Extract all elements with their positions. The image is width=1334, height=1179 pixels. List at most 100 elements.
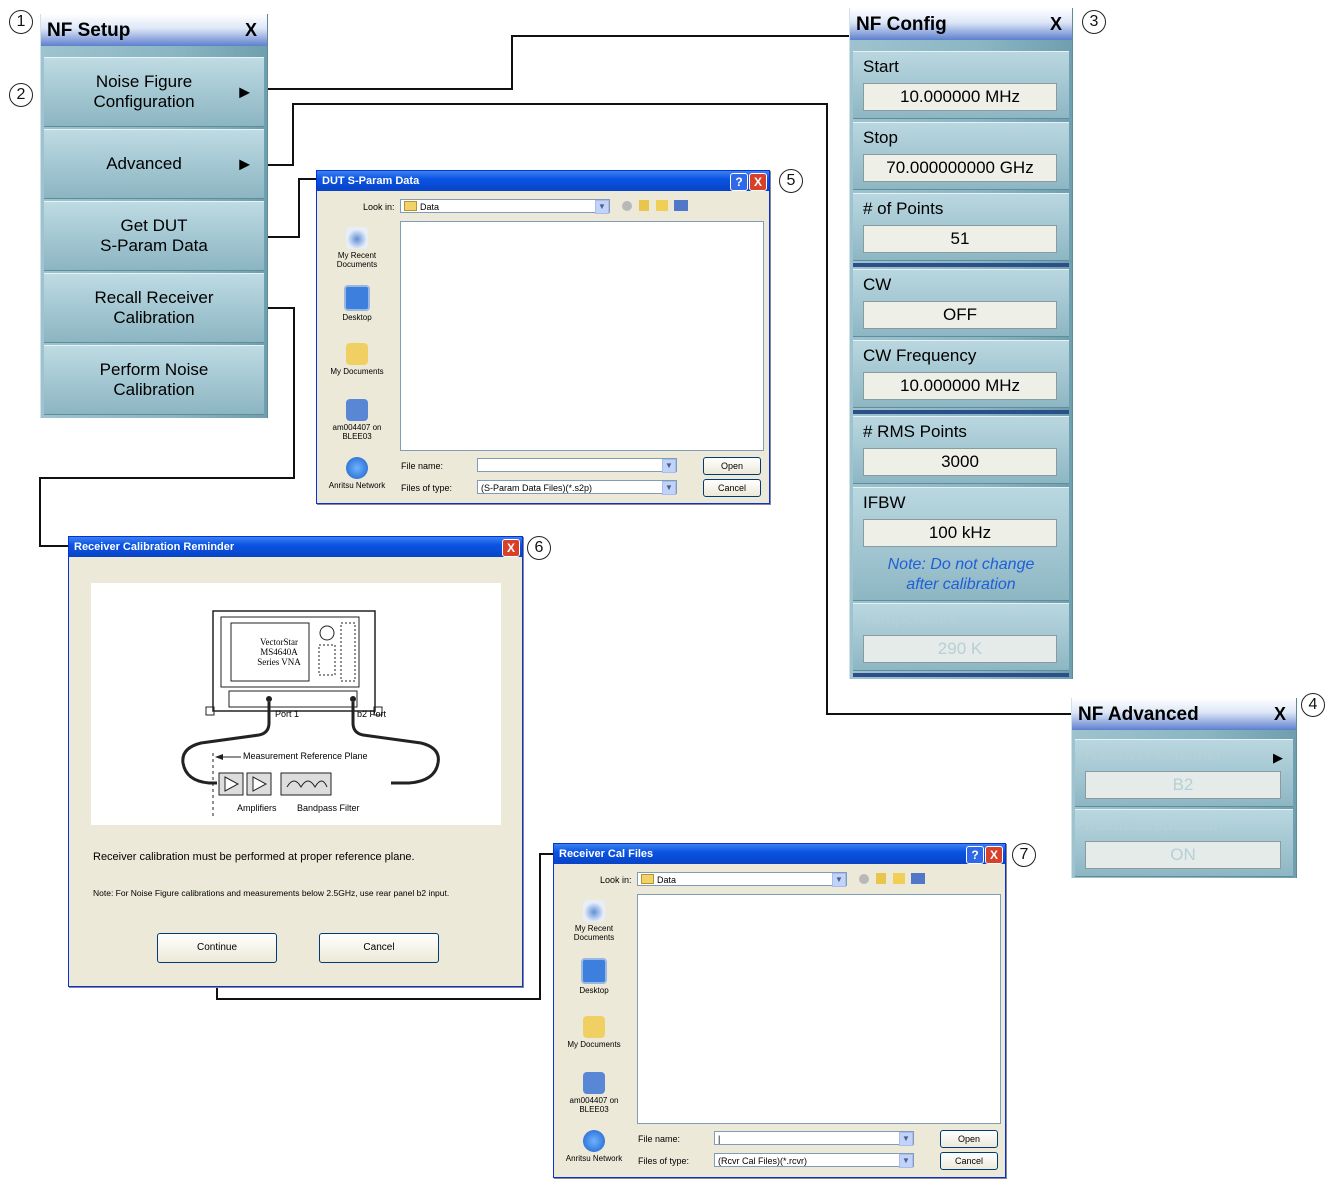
chevron-down-icon[interactable]: ▼ [662, 459, 676, 473]
places-anritsu-network[interactable]: Anritsu Network [323, 457, 391, 490]
receiver-cal-files-dialog: Receiver Cal Files ? X Look in: Data ▼ M… [553, 843, 1006, 1178]
places-network-drive[interactable]: am004407 on BLEE03 [560, 1072, 628, 1114]
connector-line [266, 307, 295, 309]
start-value[interactable]: 10.000000 MHz [863, 83, 1057, 111]
ifbw-value[interactable]: 100 kHz [863, 519, 1057, 547]
back-icon[interactable] [859, 874, 869, 884]
recent-documents-icon [346, 227, 368, 249]
section-divider [853, 263, 1069, 267]
points-field[interactable]: # of Points 51 [853, 193, 1069, 261]
files-of-type-select[interactable]: (S-Param Data Files)(*.s2p) ▼ [477, 480, 677, 495]
connector-line [298, 178, 300, 238]
close-icon[interactable]: X [1274, 704, 1286, 725]
section-divider [853, 410, 1069, 414]
dut-s-param-dialog: DUT S-Param Data ? X Look in: Data ▼ My … [316, 170, 770, 504]
place-label: My Recent Documents [573, 924, 615, 942]
cancel-button[interactable]: Cancel [940, 1152, 998, 1170]
places-desktop[interactable]: Desktop [560, 958, 628, 995]
button-label: Recall Receiver Calibration [94, 288, 214, 327]
advanced-button[interactable]: Advanced ▶ [44, 129, 264, 199]
file-name-value: | [718, 1134, 721, 1144]
places-my-documents[interactable]: My Documents [560, 1016, 628, 1049]
close-icon[interactable]: X [749, 173, 767, 191]
close-icon[interactable]: X [245, 20, 257, 41]
recall-receiver-calibration-button[interactable]: Recall Receiver Calibration [44, 273, 264, 343]
ifbw-field[interactable]: IFBW 100 kHz Note: Do not change after c… [853, 487, 1069, 601]
close-icon[interactable]: X [1050, 14, 1062, 35]
view-menu-icon[interactable] [911, 873, 925, 884]
view-menu-icon[interactable] [674, 200, 688, 211]
open-button[interactable]: Open [703, 457, 761, 475]
files-of-type-label: Files of type: [638, 1156, 690, 1166]
close-icon[interactable]: X [985, 846, 1003, 864]
computer-icon [346, 399, 368, 421]
close-icon[interactable]: X [502, 539, 520, 557]
look-in-select[interactable]: Data ▼ [400, 199, 610, 214]
places-my-documents[interactable]: My Documents [323, 343, 391, 376]
cw-value[interactable]: OFF [863, 301, 1057, 329]
places-network-drive[interactable]: am004407 on BLEE03 [323, 399, 391, 441]
cancel-button[interactable]: Cancel [703, 479, 761, 497]
cw-frequency-field[interactable]: CW Frequency 10.000000 MHz [853, 340, 1069, 408]
button-label: Advanced [106, 154, 182, 173]
rms-points-value[interactable]: 3000 [863, 448, 1057, 476]
get-dut-s-param-data-button[interactable]: Get DUT S-Param Data [44, 201, 264, 271]
dialog-titlebar: Receiver Calibration Reminder X [69, 537, 522, 557]
chevron-down-icon[interactable]: ▼ [899, 1132, 913, 1146]
stop-field[interactable]: Stop 70.000000000 GHz [853, 122, 1069, 190]
computer-icon [583, 1072, 605, 1094]
place-label: Anritsu Network [328, 481, 386, 490]
files-of-type-select[interactable]: (Rcvr Cal Files)(*.rcvr) ▼ [714, 1153, 914, 1168]
look-in-label: Look in: [363, 202, 395, 212]
places-anritsu-network[interactable]: Anritsu Network [560, 1130, 628, 1163]
cw-field[interactable]: CW OFF [853, 269, 1069, 337]
cw-frequency-value[interactable]: 10.000000 MHz [863, 372, 1057, 400]
vna-label: VectorStar MS4640A Series VNA [257, 637, 301, 667]
arrow-right-icon: ▶ [239, 155, 250, 172]
perform-noise-calibration-button[interactable]: Perform Noise Calibration [44, 345, 264, 415]
file-list[interactable] [400, 221, 764, 451]
field-label: Start [863, 57, 899, 76]
file-name-input[interactable]: ▼ [477, 458, 677, 473]
new-folder-icon[interactable] [893, 873, 905, 884]
arrow-right-icon: ▶ [239, 83, 250, 100]
nf-advanced-titlebar: NF Advanced X [1072, 698, 1296, 730]
file-name-input[interactable]: | ▼ [714, 1131, 914, 1146]
callout-4: 4 [1301, 693, 1325, 717]
field-label: Receiver Channel [1085, 745, 1221, 764]
places-desktop[interactable]: Desktop [323, 285, 391, 322]
help-icon[interactable]: ? [966, 846, 984, 864]
connector-line [292, 103, 294, 166]
cancel-button[interactable]: Cancel [319, 933, 439, 963]
points-value[interactable]: 51 [863, 225, 1057, 253]
continue-button[interactable]: Continue [157, 933, 277, 963]
new-folder-icon[interactable] [656, 200, 668, 211]
note-line: after calibration [906, 576, 1016, 593]
callout-2: 2 [9, 83, 33, 107]
look-in-select[interactable]: Data ▼ [637, 872, 847, 887]
back-icon[interactable] [622, 201, 632, 211]
connector-line [39, 477, 41, 547]
chevron-down-icon[interactable]: ▼ [832, 873, 846, 887]
stop-value[interactable]: 70.000000000 GHz [863, 154, 1057, 182]
place-label: My Documents [330, 367, 384, 376]
chevron-down-icon[interactable]: ▼ [662, 481, 676, 495]
up-folder-icon[interactable] [876, 873, 886, 884]
chevron-down-icon[interactable]: ▼ [899, 1154, 913, 1168]
file-list[interactable] [637, 894, 1001, 1124]
button-label: Noise Figure Configuration [93, 72, 195, 111]
places-recent-documents[interactable]: My Recent Documents [560, 900, 628, 942]
receiver-channel-field: Receiver Channel ▶ B2 [1075, 739, 1293, 807]
places-recent-documents[interactable]: My Recent Documents [323, 227, 391, 269]
help-icon[interactable]: ? [730, 173, 748, 191]
callout-7: 7 [1012, 843, 1036, 867]
chevron-down-icon[interactable]: ▼ [595, 200, 609, 214]
noise-figure-configuration-button[interactable]: Noise Figure Configuration ▶ [44, 57, 264, 127]
start-field[interactable]: Start 10.000000 MHz [853, 51, 1069, 119]
files-of-type-label: Files of type: [401, 483, 453, 493]
connector-line [511, 35, 513, 90]
open-button[interactable]: Open [940, 1130, 998, 1148]
rms-points-field[interactable]: # RMS Points 3000 [853, 416, 1069, 484]
up-folder-icon[interactable] [639, 200, 649, 211]
reminder-note: Note: For Noise Figure calibrations and … [93, 888, 450, 898]
